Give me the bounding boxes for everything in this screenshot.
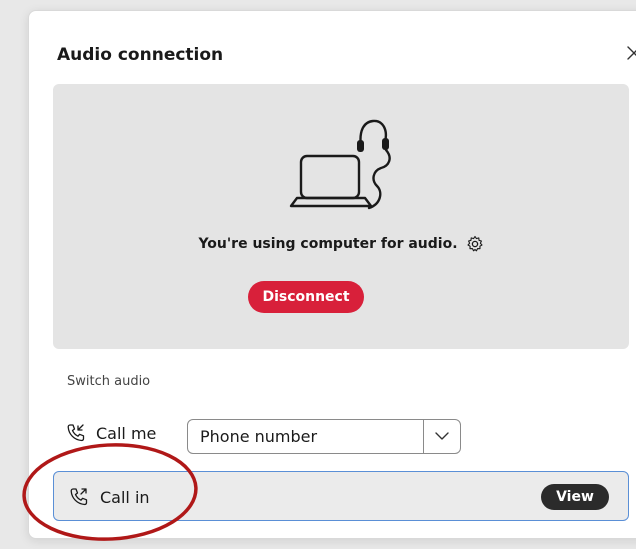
gear-icon[interactable] — [466, 235, 484, 253]
call-in-row[interactable]: Call in View — [53, 471, 629, 521]
audio-status-row: You're using computer for audio. — [53, 232, 629, 256]
close-button[interactable] — [621, 38, 636, 68]
audio-connection-dialog: Audio connection You're using computer f… — [28, 10, 636, 539]
call-me-label: Call me — [96, 423, 157, 443]
phone-outgoing-icon — [68, 486, 90, 508]
dialog-title: Audio connection — [57, 45, 224, 65]
call-in-label: Call in — [100, 487, 150, 507]
disconnect-button[interactable]: Disconnect — [248, 281, 364, 313]
call-me-row: Call me — [65, 415, 156, 451]
switch-audio-label: Switch audio — [67, 374, 151, 389]
chevron-down-icon[interactable] — [424, 420, 460, 453]
audio-status-text: You're using computer for audio. — [198, 236, 458, 252]
phone-number-select[interactable]: Phone number — [187, 419, 461, 454]
page: Audio connection You're using computer f… — [0, 0, 636, 549]
computer-audio-panel: You're using computer for audio. Disconn… — [53, 84, 629, 349]
close-icon — [627, 46, 636, 60]
phone-incoming-icon — [65, 422, 87, 444]
phone-number-select-value: Phone number — [200, 427, 318, 446]
view-button[interactable]: View — [541, 484, 609, 510]
laptop-headset-icon — [289, 119, 391, 210]
call-in-left: Call in — [68, 485, 150, 509]
